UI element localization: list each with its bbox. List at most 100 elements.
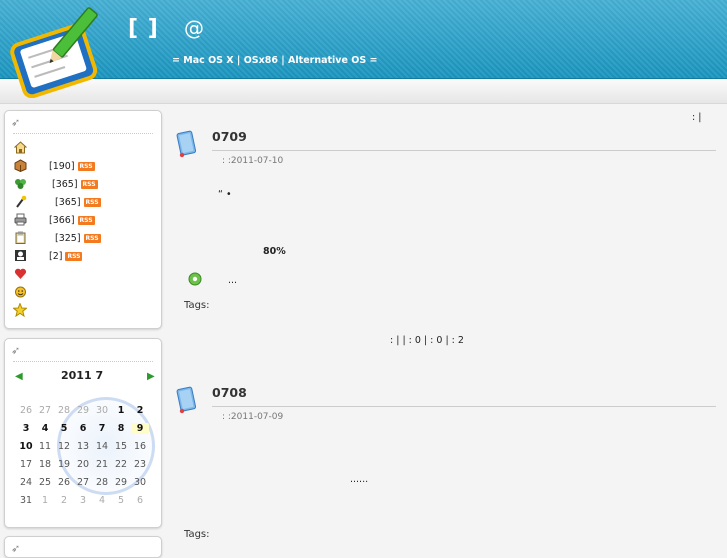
post-divider — [212, 150, 716, 151]
top-right-links[interactable]: : | — [692, 112, 701, 123]
category-item-8[interactable] — [13, 284, 31, 300]
calendar-day: 31 — [19, 495, 33, 506]
category-item-4[interactable]: [366] RSS — [13, 212, 95, 228]
calendar-day: 20 — [76, 459, 90, 470]
calendar-day: 19 — [57, 459, 71, 470]
category-item-1[interactable]: [190] RSS — [13, 158, 95, 174]
box-header-icon: ➶ — [11, 344, 21, 357]
rss-badge[interactable]: RSS — [77, 215, 95, 225]
site-subtitle: = Mac OS X | OSx86 | Alternative OS = — [172, 55, 378, 66]
post-meta: : :2011-07-09 — [222, 412, 284, 422]
calendar-day: 11 — [38, 441, 52, 452]
calendar-day[interactable]: 5 — [55, 423, 73, 434]
calendar-day: 3 — [79, 495, 87, 506]
calendar-day: 16 — [133, 441, 147, 452]
calendar-day: 23 — [133, 459, 147, 470]
calendar-day: 21 — [95, 459, 109, 470]
category-count: [366] — [49, 214, 75, 226]
calendar-day[interactable]: 8 — [112, 423, 130, 434]
site-title[interactable]: [ ] — [128, 16, 159, 41]
calendar-day[interactable]: 7 — [93, 423, 111, 434]
category-item-7[interactable] — [13, 266, 31, 282]
category-item-9[interactable] — [12, 302, 31, 318]
wand-icon — [13, 195, 27, 209]
rss-badge[interactable]: RSS — [77, 161, 95, 171]
calendar-day: 2 — [60, 495, 68, 506]
category-item-2[interactable]: [365] RSS — [13, 176, 98, 192]
calendar-day: 30 — [95, 405, 109, 416]
calendar-day: 12 — [57, 441, 71, 452]
category-count: [365] — [52, 178, 78, 190]
post-meta: : :2011-07-10 — [222, 156, 284, 166]
box-icon — [13, 159, 27, 173]
clipboard-icon — [13, 231, 27, 245]
category-item-home[interactable] — [13, 140, 31, 156]
calendar-day: 15 — [114, 441, 128, 452]
calendar-day: 14 — [95, 441, 109, 452]
calendar-day: 5 — [117, 495, 125, 506]
calendar-day[interactable]: 1 — [112, 405, 130, 416]
site-at-sign: @ — [184, 16, 204, 40]
post-text-line: “ • — [218, 189, 232, 200]
calendar-day[interactable]: 4 — [36, 423, 54, 434]
calendar-day: 18 — [38, 459, 52, 470]
calendar-day: 22 — [114, 459, 128, 470]
calendar-day: 30 — [133, 477, 147, 488]
calendar-day[interactable]: 2 — [131, 405, 149, 416]
calendar-day[interactable]: 6 — [74, 423, 92, 434]
calendar-day: 6 — [136, 495, 144, 506]
category-count: [325] — [55, 232, 81, 244]
home-icon — [13, 141, 27, 155]
post-title[interactable]: 0709 — [212, 129, 247, 144]
calendar-day: 27 — [38, 405, 52, 416]
calendar-day: 13 — [76, 441, 90, 452]
post-notebook-icon — [176, 130, 197, 158]
heart-icon — [13, 267, 27, 281]
site-header — [0, 0, 727, 79]
star-icon — [12, 302, 28, 318]
rss-badge[interactable]: RSS — [80, 179, 98, 189]
calendar-day[interactable]: 10 — [17, 441, 35, 452]
rss-badge[interactable]: RSS — [65, 251, 83, 261]
rss-badge[interactable]: RSS — [83, 197, 101, 207]
calendar-day: 25 — [38, 477, 52, 488]
post-divider — [212, 406, 716, 407]
calendar-day: 27 — [76, 477, 90, 488]
rss-badge[interactable]: RSS — [83, 233, 101, 243]
calendar-prev-button[interactable]: ◀ — [15, 371, 23, 382]
post-tags: Tags: — [184, 300, 210, 311]
post-footer-links[interactable]: : | | : 0 | : 0 | : 2 — [390, 335, 464, 346]
bullet-icon — [188, 272, 202, 286]
category-item-6[interactable]: [2] RSS — [13, 248, 83, 264]
calendar-next-button[interactable]: ▶ — [147, 371, 155, 382]
smiley-icon — [13, 285, 27, 299]
calendar-day: 28 — [95, 477, 109, 488]
box-header-icon: ➶ — [11, 542, 21, 555]
calendar-day: 28 — [57, 405, 71, 416]
calendar-day[interactable]: 9 — [131, 423, 149, 434]
divider — [13, 133, 153, 134]
box-header-icon: ➶ — [11, 116, 21, 129]
post-title[interactable]: 0708 — [212, 385, 247, 400]
calendar-day: 24 — [19, 477, 33, 488]
contact-icon — [13, 249, 27, 263]
calendar-day[interactable]: 3 — [17, 423, 35, 434]
category-count: [190] — [49, 160, 75, 172]
calendar-day: 4 — [98, 495, 106, 506]
site-logo-icon[interactable] — [4, 4, 108, 98]
categories-box: ➶ [190] RSS [365] RSS [365] RSS [366] RS… — [4, 110, 162, 329]
clover-icon — [13, 177, 27, 191]
calendar-day: 17 — [19, 459, 33, 470]
calendar-day: 26 — [19, 405, 33, 416]
calendar-month-label: 2011 7 — [61, 369, 104, 382]
category-count: [2] — [49, 250, 63, 262]
calendar-day: 29 — [114, 477, 128, 488]
category-count: [365] — [55, 196, 81, 208]
nav-bar — [0, 79, 727, 104]
calendar-day: 29 — [76, 405, 90, 416]
category-item-5[interactable]: [325] RSS — [13, 230, 101, 246]
category-item-3[interactable]: [365] RSS — [13, 194, 101, 210]
post-text-line: ... — [228, 275, 238, 286]
calendar-day: 26 — [57, 477, 71, 488]
post-tags: Tags: — [184, 529, 210, 540]
